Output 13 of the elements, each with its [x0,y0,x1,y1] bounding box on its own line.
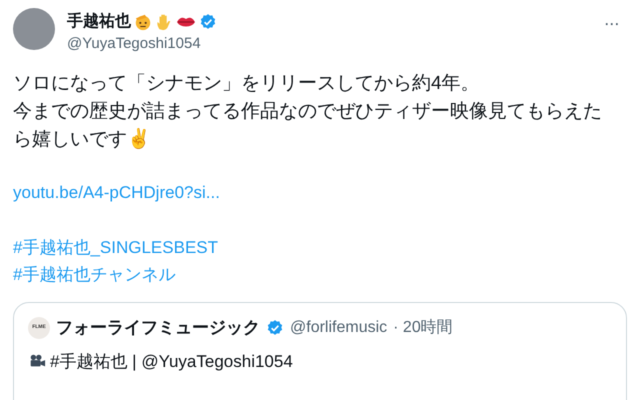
author-handle[interactable]: @YuyaTegoshi1054 [67,34,604,54]
quoted-author-name[interactable]: フォーライフミュージック [56,315,260,340]
movie-camera-icon [28,353,46,370]
quoted-author-handle[interactable]: @forlifemusic [290,316,388,340]
author-name[interactable]: 手越祐也 [67,10,131,34]
saluting-face-icon [134,13,152,31]
tweet-text: 今までの歴史が詰まってる作品なのでぜひティザー映像見てもらえたら嬉しいです✌ [13,100,603,152]
avatar-photo[interactable] [13,8,55,50]
quoted-time: · 20時間 [393,318,453,338]
raised-hand-icon [155,13,173,31]
tweet-text: ソロになって「シナモン」をリリースしてから約4年。 [13,72,481,96]
quoted-tweet-text: #手越祐也 | @YuyaTegoshi1054 [50,350,293,373]
more-button[interactable]: ··· [604,14,619,32]
